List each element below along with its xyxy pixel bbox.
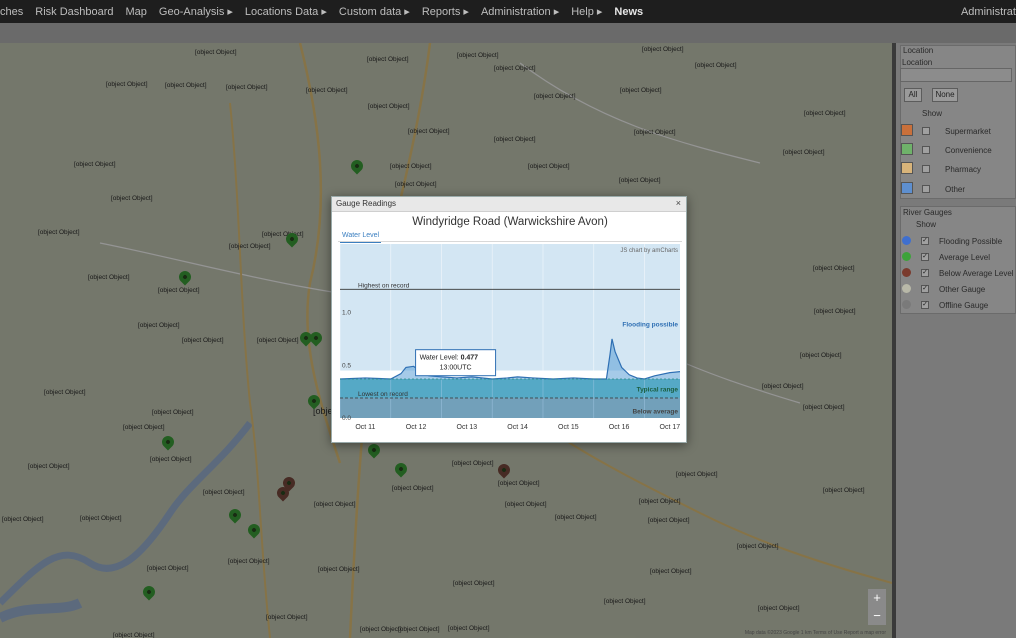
- chart-tooltip: [415, 349, 497, 377]
- nav-item-reports[interactable]: Reports ▸: [422, 5, 469, 18]
- chart-band-label: Typical range: [637, 386, 679, 393]
- location-section-title: Location: [903, 46, 934, 55]
- chart-y-tick-label: 0.5: [342, 362, 351, 369]
- offline-gauge-dot: [902, 300, 911, 309]
- chart-x-tick-label: Oct 15: [558, 424, 579, 431]
- chart-x-tick-label: Oct 11: [355, 424, 375, 431]
- zoom-out-button[interactable]: −: [868, 607, 886, 625]
- chart-x-tick-label: Oct 17: [660, 424, 681, 431]
- top-navigation: ches Risk Dashboard Map Geo-Analysis ▸ L…: [0, 0, 1016, 23]
- other-gauge-dot: [902, 284, 911, 293]
- other-gauge-checkbox[interactable]: ✓: [921, 285, 929, 293]
- offline-gauge-checkbox[interactable]: ✓: [921, 301, 929, 309]
- nav-user-menu[interactable]: Administrat: [961, 6, 1016, 18]
- convenience-label: Convenience: [945, 146, 992, 155]
- chart-x-tick-label: Oct 16: [609, 424, 630, 431]
- nav-item-geo-analysis[interactable]: Geo-Analysis ▸: [159, 5, 233, 18]
- flooding-possible-label: Flooding Possible: [939, 237, 1003, 246]
- nav-item-map[interactable]: Map: [126, 6, 147, 18]
- other-checkbox[interactable]: [922, 185, 930, 193]
- flooding-possible-dot: [902, 236, 911, 245]
- chart-tooltip-time: 13:00UTC: [440, 365, 472, 372]
- average-level-checkbox[interactable]: ✓: [921, 253, 929, 261]
- offline-gauge-label: Offline Gauge: [939, 301, 989, 310]
- nav-item-risk-dashboard[interactable]: Risk Dashboard: [35, 6, 113, 18]
- average-level-dot: [902, 252, 911, 261]
- chart-y-tick-label: 0.0: [342, 415, 351, 422]
- gauge-readings-dialog: Gauge Readings × Windyridge Road (Warwic…: [331, 196, 687, 443]
- sub-toolbar: [0, 23, 1016, 43]
- supermarket-label: Supermarket: [945, 127, 991, 136]
- river-gauges-title: River Gauges: [903, 208, 952, 217]
- chart-tooltip-value: 0.477: [461, 355, 479, 362]
- chart-guide-label: Highest on record: [358, 282, 410, 289]
- nav-item-administration[interactable]: Administration ▸: [481, 5, 559, 18]
- chart-band-label: Flooding possible: [622, 322, 678, 329]
- other-label: Other: [945, 185, 966, 194]
- zoom-in-button[interactable]: +: [868, 589, 886, 607]
- chart-tooltip-label: Water Level: 0.477: [420, 355, 479, 362]
- other-swatch: [901, 182, 913, 194]
- select-none-button[interactable]: None: [932, 88, 958, 102]
- river-gauges-show-label: Show: [916, 220, 937, 229]
- average-level-label: Average Level: [939, 253, 990, 262]
- nav-item-custom-data[interactable]: Custom data ▸: [339, 5, 410, 18]
- pharmacy-label: Pharmacy: [945, 165, 982, 174]
- location-field-label: Location: [902, 58, 933, 67]
- other-gauge-label: Other Gauge: [939, 285, 986, 294]
- chart-credit: JS chart by amCharts: [620, 248, 678, 254]
- chart-x-tick-label: Oct 12: [406, 424, 427, 431]
- map-attribution: Map data ©2023 Google 1 km Terms of Use …: [744, 630, 886, 636]
- water-level-chart[interactable]: Highest on record Lowest on record Floodin…: [332, 197, 688, 444]
- location-input[interactable]: [900, 68, 1012, 82]
- below-average-dot: [902, 268, 911, 277]
- supermarket-swatch: [901, 124, 913, 136]
- select-all-button[interactable]: All: [904, 88, 922, 102]
- location-show-label: Show: [922, 109, 943, 118]
- pharmacy-checkbox[interactable]: [922, 165, 930, 173]
- chart-y-tick-label: 1.0: [342, 310, 351, 317]
- supermarket-checkbox[interactable]: [922, 127, 930, 135]
- nav-item-ches[interactable]: ches: [0, 6, 23, 18]
- chart-x-tick-label: Oct 14: [507, 424, 528, 431]
- convenience-checkbox[interactable]: [922, 146, 930, 154]
- below-average-checkbox[interactable]: ✓: [921, 269, 929, 277]
- nav-item-news[interactable]: News: [614, 6, 643, 18]
- flooding-possible-checkbox[interactable]: ✓: [921, 237, 929, 245]
- filter-panel: Location Location All None Show Supermar…: [896, 43, 1016, 638]
- nav-item-locations-data[interactable]: Locations Data ▸: [245, 5, 327, 18]
- chart-guide-label: Lowest on record: [358, 391, 408, 398]
- pharmacy-swatch: [901, 162, 913, 174]
- convenience-swatch: [901, 143, 913, 155]
- chart-band-label: Below average: [632, 409, 678, 416]
- chart-x-tick-label: Oct 13: [457, 424, 478, 431]
- below-average-label: Below Average Level: [939, 269, 1014, 278]
- nav-item-help[interactable]: Help ▸: [571, 5, 602, 18]
